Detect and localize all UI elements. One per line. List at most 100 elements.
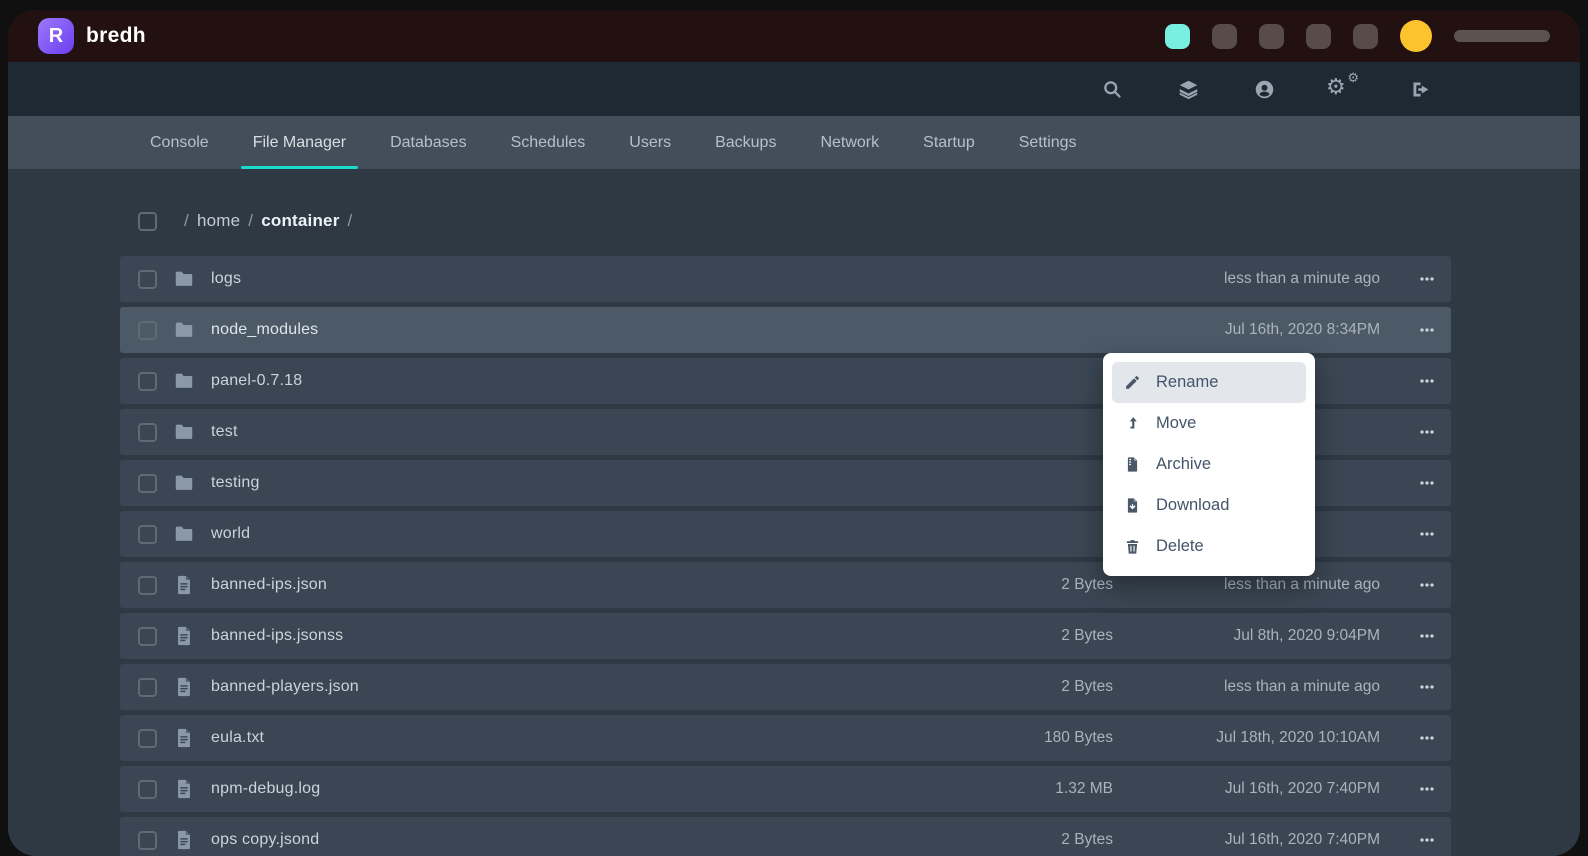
pencil-icon bbox=[1124, 374, 1141, 391]
window-button-yellow[interactable] bbox=[1400, 20, 1432, 52]
row-checkbox[interactable] bbox=[138, 729, 157, 748]
file-name: test bbox=[211, 423, 238, 441]
file-name: banned-ips.json bbox=[211, 576, 327, 594]
file-manager-content: /home/container/ logs less than a minute… bbox=[8, 169, 1580, 856]
layers-icon[interactable] bbox=[1176, 77, 1200, 101]
file-icon bbox=[173, 574, 195, 596]
row-checkbox[interactable] bbox=[138, 780, 157, 799]
row-actions-button[interactable] bbox=[1409, 371, 1445, 391]
row-actions-button[interactable] bbox=[1409, 473, 1445, 493]
ellipsis-icon bbox=[1417, 575, 1437, 595]
row-actions-button[interactable] bbox=[1409, 269, 1445, 289]
menu-item-rename[interactable]: Rename bbox=[1112, 362, 1306, 403]
row-checkbox[interactable] bbox=[138, 423, 157, 442]
menu-item-label: Move bbox=[1156, 414, 1196, 433]
row-checkbox[interactable] bbox=[138, 831, 157, 850]
window-controls bbox=[1165, 20, 1550, 52]
table-row[interactable]: npm-debug.log 1.32 MB Jul 16th, 2020 7:4… bbox=[120, 766, 1451, 812]
row-actions-button[interactable] bbox=[1409, 422, 1445, 442]
file-name: world bbox=[211, 525, 250, 543]
file-name: panel-0.7.18 bbox=[211, 372, 302, 390]
file-modified: less than a minute ago bbox=[1129, 576, 1393, 594]
move-icon bbox=[1124, 415, 1141, 432]
folder-icon bbox=[173, 319, 195, 341]
select-all-checkbox[interactable] bbox=[138, 212, 157, 231]
row-actions-button[interactable] bbox=[1409, 728, 1445, 748]
table-row[interactable]: banned-ips.jsonss 2 Bytes Jul 8th, 2020 … bbox=[120, 613, 1451, 659]
tab-databases[interactable]: Databases bbox=[368, 116, 489, 169]
row-actions-button[interactable] bbox=[1409, 524, 1445, 544]
tab-backups[interactable]: Backups bbox=[693, 116, 798, 169]
menu-item-label: Delete bbox=[1156, 537, 1204, 556]
ellipsis-icon bbox=[1417, 626, 1437, 646]
table-row[interactable]: logs less than a minute ago bbox=[120, 256, 1451, 302]
row-checkbox[interactable] bbox=[138, 525, 157, 544]
menu-item-archive[interactable]: Archive bbox=[1112, 444, 1306, 485]
file-modified: Jul 16th, 2020 7:40PM bbox=[1129, 831, 1393, 849]
row-actions-button[interactable] bbox=[1409, 575, 1445, 595]
window-button-2[interactable] bbox=[1259, 24, 1284, 49]
brand-logo-icon: R bbox=[38, 18, 74, 54]
tab-network[interactable]: Network bbox=[798, 116, 901, 169]
file-icon bbox=[173, 829, 195, 851]
signout-icon[interactable] bbox=[1408, 77, 1432, 101]
folder-icon bbox=[173, 370, 195, 392]
menu-item-download[interactable]: Download bbox=[1112, 485, 1306, 526]
app-window: R bredh bbox=[8, 10, 1580, 856]
table-row[interactable]: banned-players.json 2 Bytes less than a … bbox=[120, 664, 1451, 710]
row-actions-button[interactable] bbox=[1409, 830, 1445, 850]
file-name: node_modules bbox=[211, 321, 318, 339]
breadcrumb-separator: / bbox=[184, 211, 189, 230]
row-checkbox[interactable] bbox=[138, 678, 157, 697]
menu-item-delete[interactable]: Delete bbox=[1112, 526, 1306, 567]
window-button-3[interactable] bbox=[1306, 24, 1331, 49]
file-name: logs bbox=[211, 270, 241, 288]
breadcrumb-separator: / bbox=[348, 211, 353, 230]
menu-item-move[interactable]: Move bbox=[1112, 403, 1306, 444]
row-checkbox[interactable] bbox=[138, 372, 157, 391]
tab-schedules[interactable]: Schedules bbox=[489, 116, 608, 169]
row-checkbox[interactable] bbox=[138, 474, 157, 493]
row-actions-button[interactable] bbox=[1409, 626, 1445, 646]
file-modified: Jul 16th, 2020 7:40PM bbox=[1129, 780, 1393, 798]
file-size: 2 Bytes bbox=[953, 576, 1113, 594]
breadcrumb: /home/container/ bbox=[184, 211, 352, 231]
window-button-1[interactable] bbox=[1212, 24, 1237, 49]
gear-big-icon: ⚙ bbox=[1326, 75, 1346, 99]
user-icon[interactable] bbox=[1252, 77, 1276, 101]
ellipsis-icon bbox=[1417, 371, 1437, 391]
ellipsis-icon bbox=[1417, 779, 1437, 799]
file-modified: Jul 16th, 2020 8:34PM bbox=[1129, 321, 1393, 339]
search-icon[interactable] bbox=[1100, 77, 1124, 101]
file-modified: less than a minute ago bbox=[1129, 678, 1393, 696]
breadcrumb-home-link[interactable]: home bbox=[197, 211, 240, 230]
table-row[interactable]: node_modules Jul 16th, 2020 8:34PM bbox=[120, 307, 1451, 353]
gear-small-icon: ⚙ bbox=[1347, 71, 1359, 84]
tab-file-manager[interactable]: File Manager bbox=[231, 116, 368, 169]
row-checkbox[interactable] bbox=[138, 627, 157, 646]
row-checkbox[interactable] bbox=[138, 321, 157, 340]
row-context-menu: Rename Move Archive Download Delete bbox=[1103, 353, 1315, 576]
row-actions-button[interactable] bbox=[1409, 320, 1445, 340]
tab-startup[interactable]: Startup bbox=[901, 116, 997, 169]
table-row[interactable]: ops copy.jsond 2 Bytes Jul 16th, 2020 7:… bbox=[120, 817, 1451, 856]
file-size: 2 Bytes bbox=[953, 678, 1113, 696]
gears-icon[interactable]: ⚙ ⚙ bbox=[1328, 77, 1356, 101]
tab-users[interactable]: Users bbox=[607, 116, 693, 169]
row-actions-button[interactable] bbox=[1409, 677, 1445, 697]
breadcrumb-current: container bbox=[261, 211, 339, 230]
file-name: banned-ips.jsonss bbox=[211, 627, 343, 645]
table-row[interactable]: eula.txt 180 Bytes Jul 18th, 2020 10:10A… bbox=[120, 715, 1451, 761]
tab-settings[interactable]: Settings bbox=[997, 116, 1099, 169]
top-nav: ⚙ ⚙ bbox=[8, 62, 1580, 116]
row-actions-button[interactable] bbox=[1409, 779, 1445, 799]
window-handle-pill[interactable] bbox=[1454, 30, 1550, 42]
row-checkbox[interactable] bbox=[138, 576, 157, 595]
menu-item-label: Archive bbox=[1156, 455, 1211, 474]
file-modified: less than a minute ago bbox=[1129, 270, 1393, 288]
window-button-4[interactable] bbox=[1353, 24, 1378, 49]
window-button-teal[interactable] bbox=[1165, 24, 1190, 49]
file-icon bbox=[173, 727, 195, 749]
row-checkbox[interactable] bbox=[138, 270, 157, 289]
tab-console[interactable]: Console bbox=[128, 116, 231, 169]
